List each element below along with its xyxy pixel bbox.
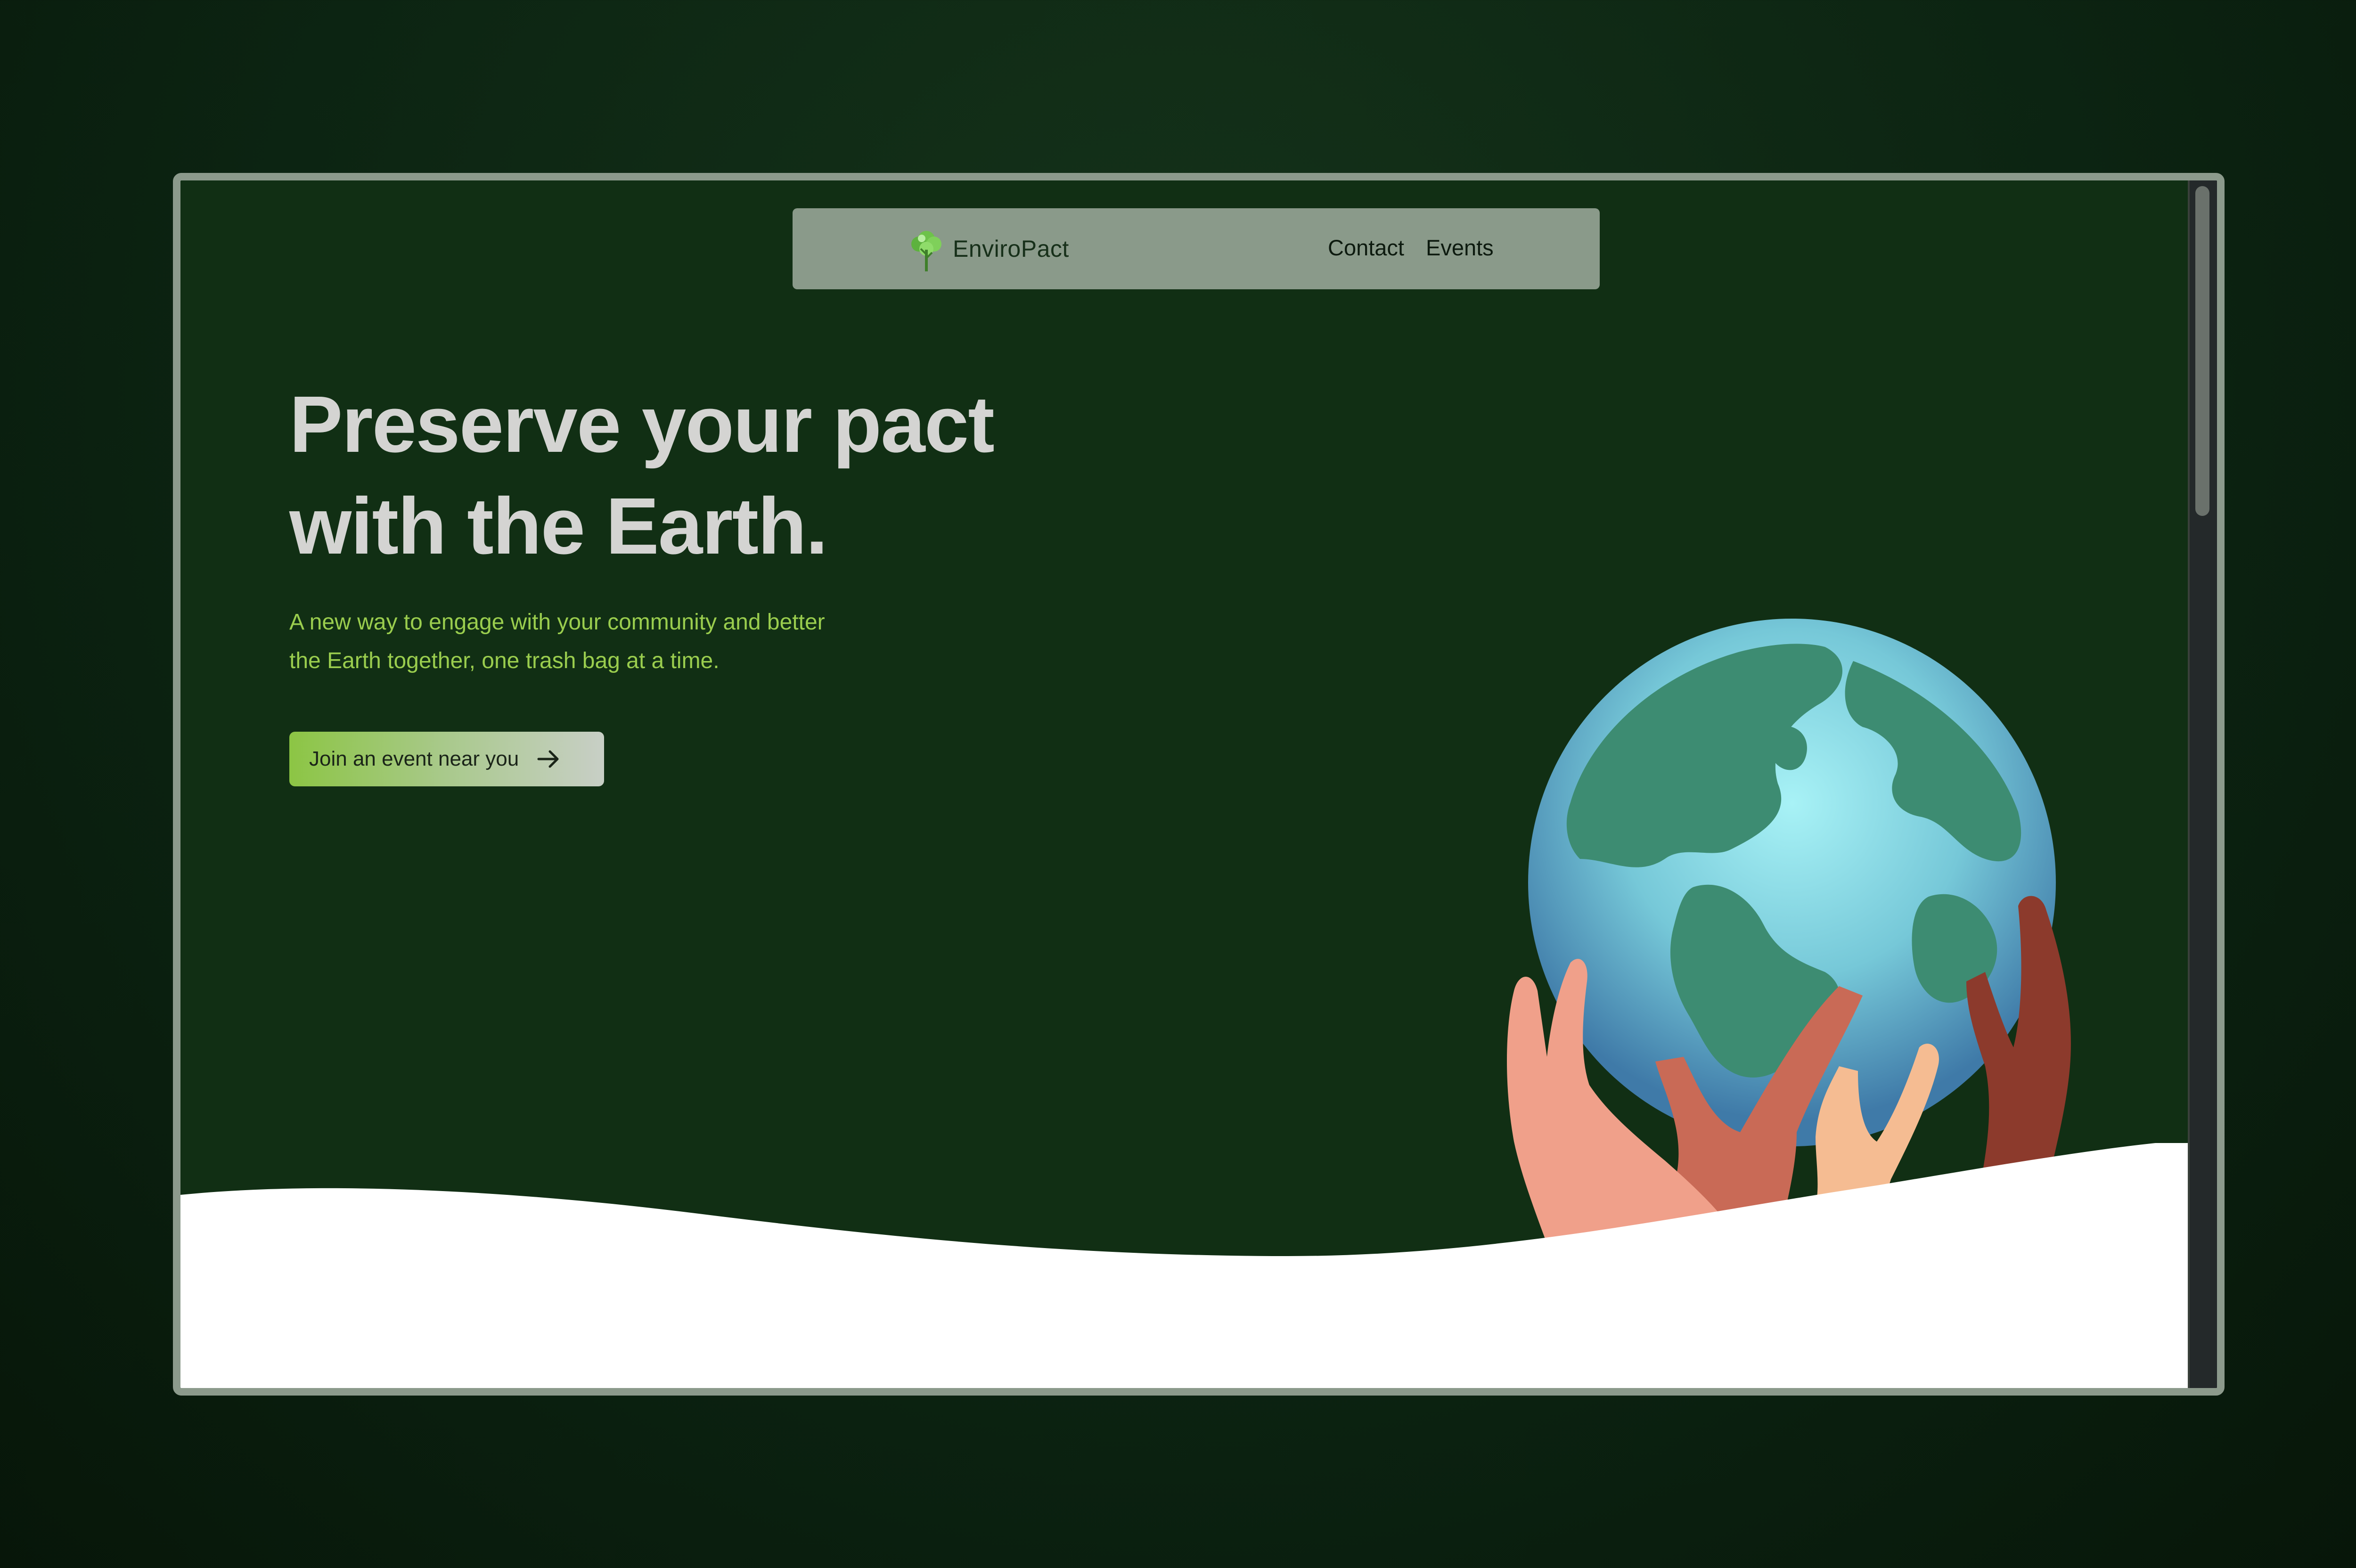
arrow-right-icon xyxy=(537,750,559,768)
brand-name: EnviroPact xyxy=(953,236,1069,262)
scrollbar-thumb[interactable] xyxy=(2195,186,2209,516)
join-event-label: Join an event near you xyxy=(309,747,519,770)
hero-subtitle-line-1: A new way to engage with your community … xyxy=(289,610,825,635)
nav-link-contact[interactable]: Contact xyxy=(1328,235,1404,261)
nav-links: Contact Events xyxy=(1328,235,1494,261)
scrollbar[interactable] xyxy=(2188,180,2217,1388)
hero-subtitle: A new way to engage with your community … xyxy=(289,603,949,680)
navbar: EnviroPact Contact Events xyxy=(793,208,1600,289)
tree-icon xyxy=(911,231,941,271)
hero-title: Preserve your pact with the Earth. xyxy=(289,374,1137,577)
wave-divider xyxy=(180,1143,2207,1388)
nav-link-events[interactable]: Events xyxy=(1426,235,1494,261)
logo[interactable]: EnviroPact xyxy=(907,225,1069,272)
hero-subtitle-line-2: the Earth together, one trash bag at a t… xyxy=(289,648,720,673)
join-event-button[interactable]: Join an event near you xyxy=(289,732,604,786)
browser-window: EnviroPact Contact Events Preserve your … xyxy=(173,173,2225,1396)
hero-title-line-2: with the Earth. xyxy=(289,482,828,571)
hero-title-line-1: Preserve your pact xyxy=(289,380,995,469)
